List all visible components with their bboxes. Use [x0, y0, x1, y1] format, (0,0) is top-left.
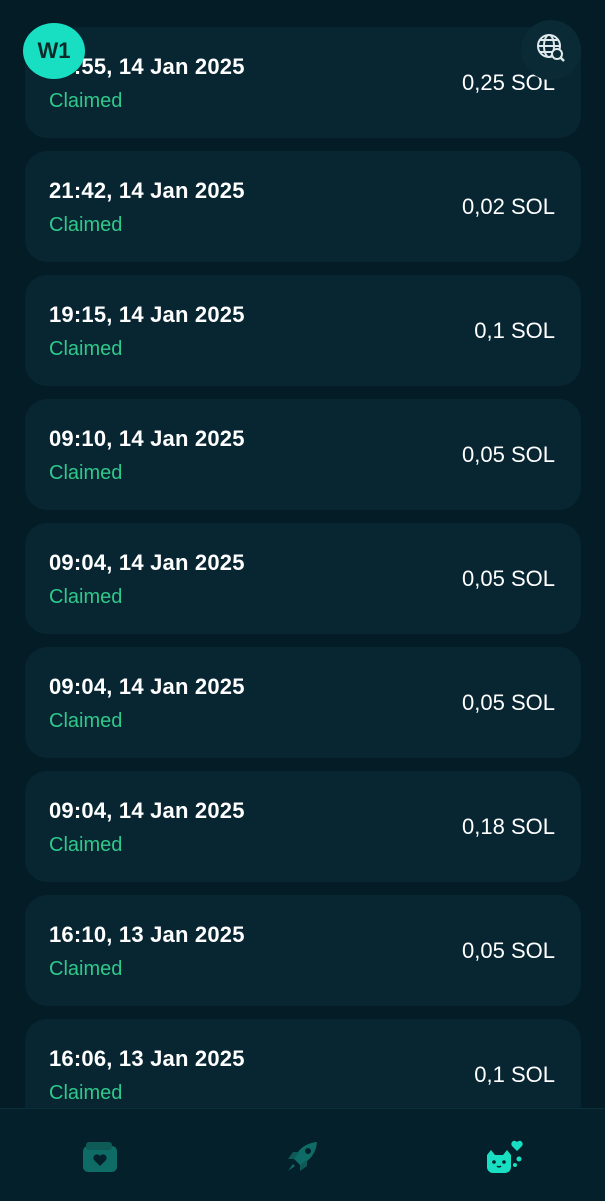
transaction-status: Claimed [49, 710, 123, 732]
transaction-card[interactable]: 09:04, 14 Jan 2025 Claimed 0,18 SOL [25, 771, 581, 882]
transaction-status: Claimed [49, 1082, 123, 1104]
transaction-card[interactable]: 09:04, 14 Jan 2025 Claimed 0,05 SOL [25, 647, 581, 758]
transaction-card[interactable]: 16:10, 13 Jan 2025 Claimed 0,05 SOL [25, 895, 581, 1006]
transaction-time: 09:04, 14 Jan 2025 [49, 550, 245, 575]
transaction-time: 16:10, 13 Jan 2025 [49, 922, 245, 947]
transaction-time: 19:15, 14 Jan 2025 [49, 302, 245, 327]
wallet-badge-label: W1 [37, 38, 71, 63]
bottom-nav [0, 1108, 605, 1201]
transaction-status: Claimed [49, 834, 123, 856]
cat-hearts-icon [481, 1135, 527, 1184]
transaction-time: 09:04, 14 Jan 2025 [49, 674, 245, 699]
transaction-amount: 0,1 SOL [474, 318, 555, 343]
nav-rewards[interactable] [474, 1129, 534, 1189]
transaction-status: Claimed [49, 462, 123, 484]
transaction-time: 09:10, 14 Jan 2025 [49, 426, 245, 451]
transaction-time: 09:04, 14 Jan 2025 [49, 798, 245, 823]
transaction-amount: 0,05 SOL [462, 566, 555, 591]
transaction-amount: 0,05 SOL [462, 938, 555, 963]
globe-search-button[interactable] [521, 20, 581, 80]
transaction-time: 16:06, 13 Jan 2025 [49, 1046, 245, 1071]
wallet-heart-icon [81, 1140, 119, 1179]
globe-search-icon [534, 31, 568, 70]
transaction-card[interactable]: 09:10, 14 Jan 2025 Claimed 0,05 SOL [25, 399, 581, 510]
transaction-status: Claimed [49, 338, 123, 360]
transaction-card[interactable]: 19:15, 14 Jan 2025 Claimed 0,1 SOL [25, 275, 581, 386]
transaction-time: 21:42, 14 Jan 2025 [49, 178, 245, 203]
transaction-status: Claimed [49, 586, 123, 608]
nav-rocket[interactable] [272, 1129, 332, 1189]
transaction-amount: 0,1 SOL [474, 1062, 555, 1087]
wallet-badge[interactable]: W1 [23, 23, 85, 79]
nav-wallet[interactable] [70, 1129, 130, 1189]
transaction-card[interactable]: 23:55, 14 Jan 2025 Claimed 0,25 SOL [25, 27, 581, 138]
transaction-amount: 0,05 SOL [462, 690, 555, 715]
transaction-card[interactable]: 21:42, 14 Jan 2025 Claimed 0,02 SOL [25, 151, 581, 262]
transaction-amount: 0,18 SOL [462, 814, 555, 839]
transaction-status: Claimed [49, 958, 123, 980]
transaction-status: Claimed [49, 90, 123, 112]
transaction-amount: 0,02 SOL [462, 194, 555, 219]
transaction-status: Claimed [49, 214, 123, 236]
transaction-card[interactable]: 09:04, 14 Jan 2025 Claimed 0,05 SOL [25, 523, 581, 634]
transaction-amount: 0,05 SOL [462, 442, 555, 467]
rocket-icon [284, 1139, 320, 1180]
